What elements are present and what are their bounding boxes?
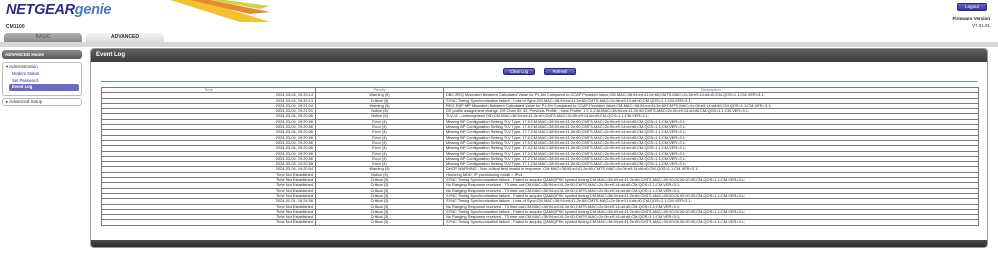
sidebar-group-administration: ▾ Administration Modem Status Set Passwo… — [2, 62, 82, 96]
brand-sub: genie — [74, 2, 112, 18]
refresh-button[interactable]: Refresh — [544, 68, 576, 75]
netgear-genie-logo: NETGEARgenie — [6, 2, 111, 18]
description-cell: SYNC Timing Synchronization failure - Fa… — [443, 219, 979, 226]
clear-log-button[interactable]: Clear Log — [503, 68, 535, 75]
sidebar-item-event-log[interactable]: Event Log — [9, 84, 79, 91]
tab-basic[interactable]: BASIC — [4, 33, 82, 42]
event-log-table: Time Priority Description 2024-03-04, 19… — [101, 86, 979, 226]
divider — [101, 81, 978, 82]
tab-underline — [0, 42, 998, 47]
logo-swoosh-icon — [170, 0, 270, 22]
firmware-value: V7.01.01 — [971, 23, 990, 28]
table-body: 2024-03-04, 19:33:14 Warning (5) DBC-REQ M… — [101, 92, 979, 226]
app-root: NETGEARgenie CM1100 Logout Firmware Vers… — [0, 0, 998, 253]
sidebar-item-advanced-home[interactable]: ADVANCED Home — [2, 50, 82, 59]
brand-main: NETGEAR — [6, 2, 75, 18]
time-cell: Time Not Established — [101, 219, 316, 226]
tab-advanced[interactable]: ADVANCED — [86, 33, 164, 42]
action-buttons: Clear Log Refresh — [91, 68, 987, 76]
panel-footer-bar — [91, 240, 987, 247]
sidebar-item-advanced-setup[interactable]: ▸ Advanced Setup — [2, 98, 82, 106]
event-log-panel: Event Log Clear Log Refresh Time Priorit… — [90, 48, 988, 248]
model-name: CM1100 — [6, 24, 25, 30]
priority-cell: Critical (3) — [315, 219, 444, 226]
sidebar: ADVANCED Home ▾ Administration Modem Sta… — [2, 50, 82, 106]
table-row: Time Not Established Critical (3) SYNC Tim… — [101, 219, 979, 226]
panel-title: Event Log — [91, 49, 987, 62]
header: NETGEARgenie CM1100 Logout Firmware Vers… — [0, 0, 998, 33]
sidebar-item-administration[interactable]: ▾ Administration — [3, 63, 81, 71]
firmware-label: Firmware Version — [952, 16, 990, 21]
logout-button[interactable]: Logout — [957, 3, 987, 11]
